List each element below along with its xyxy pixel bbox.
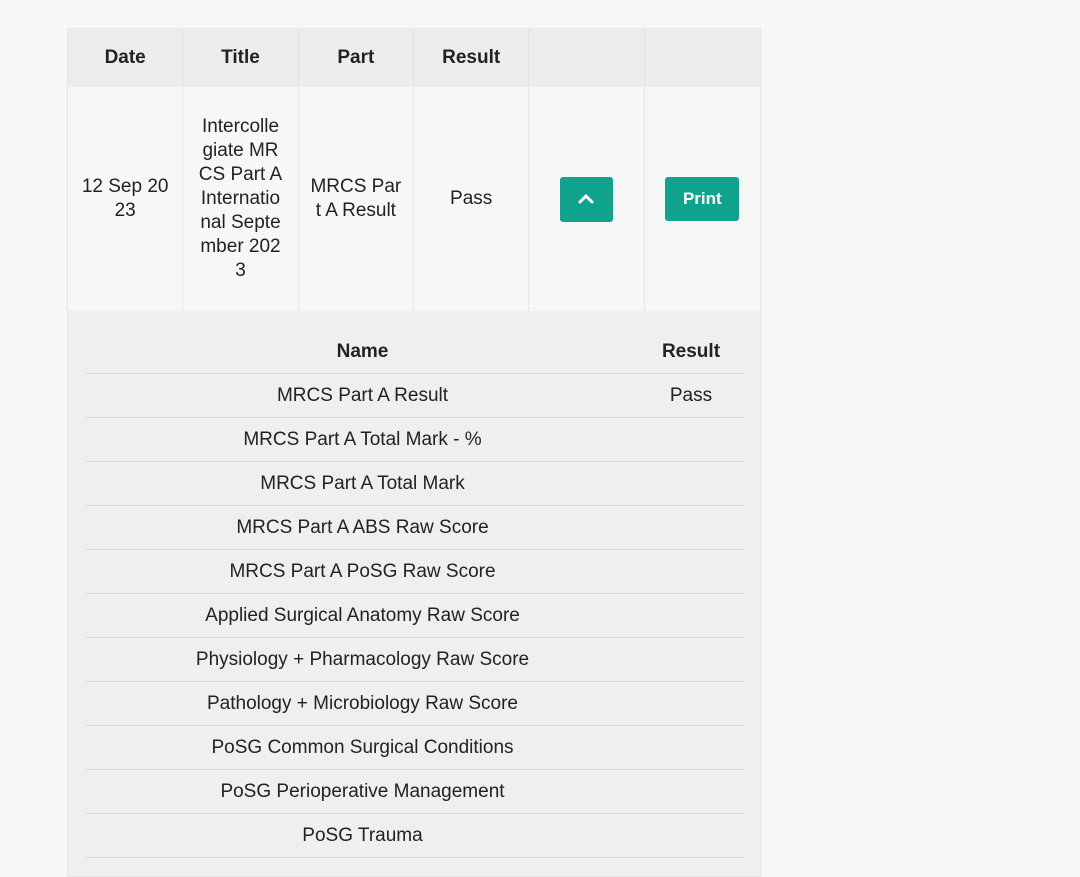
detail-row: MRCS Part A ABS Raw Score (86, 506, 743, 550)
detail-rows: MRCS Part A Result Pass MRCS Part A Total … (86, 374, 743, 858)
toggle-cell (529, 87, 645, 311)
header-toggle (529, 29, 645, 87)
detail-header-row: Name Result (86, 331, 743, 374)
detail-row: PoSG Common Surgical Conditions (86, 726, 743, 770)
detail-row-name: MRCS Part A ABS Raw Score (236, 516, 489, 538)
detail-row-name: Pathology + Microbiology Raw Score (206, 692, 518, 714)
detail-row: Applied Surgical Anatomy Raw Score (86, 594, 743, 638)
detail-row-name: PoSG Perioperative Management (220, 780, 505, 802)
detail-row: MRCS Part A Total Mark (86, 462, 743, 506)
detail-row: MRCS Part A Result Pass (86, 374, 743, 418)
title-cell: Intercollegiate MRCS Part A Internationa… (183, 87, 299, 311)
detail-row-name: MRCS Part A Total Mark - % (243, 428, 482, 450)
result-detail-panel: Name Result MRCS Part A Result Pass MRCS P… (68, 311, 760, 876)
header-date: Date (68, 29, 184, 87)
table-header-row: Date Title Part Result (68, 29, 760, 87)
detail-row-name: MRCS Part A Result (276, 384, 449, 406)
print-cell: Print (645, 87, 760, 311)
header-print (645, 29, 760, 87)
detail-row: PoSG Perioperative Management (86, 770, 743, 814)
header-result: Result (414, 29, 530, 87)
detail-row: Physiology + Pharmacology Raw Score (86, 638, 743, 682)
print-button[interactable]: Print (665, 177, 740, 221)
detail-row-name: PoSG Common Surgical Conditions (211, 736, 514, 758)
detail-row-name: PoSG Trauma (302, 824, 423, 846)
collapse-button[interactable] (559, 176, 613, 222)
detail-header-name: Name (336, 341, 389, 362)
detail-row-name: Applied Surgical Anatomy Raw Score (205, 604, 520, 626)
header-title: Title (183, 29, 299, 87)
detail-row-name: Physiology + Pharmacology Raw Score (195, 648, 530, 670)
detail-row: Pathology + Microbiology Raw Score (86, 682, 743, 726)
detail-table: Name Result MRCS Part A Result Pass MRCS P… (86, 331, 743, 858)
result-cell: Pass (414, 87, 530, 311)
detail-row-name: MRCS Part A Total Mark (260, 472, 465, 494)
part-cell: MRCS Part A Result (299, 87, 414, 311)
detail-row: MRCS Part A PoSG Raw Score (86, 550, 743, 594)
detail-header-result: Result (661, 341, 721, 362)
detail-row: PoSG Trauma (86, 814, 743, 858)
chevron-up-icon (578, 194, 594, 204)
header-part: Part (299, 29, 414, 87)
table-row: 12 Sep 2023 Intercollegiate MRCS Part A … (68, 87, 760, 311)
detail-row: MRCS Part A Total Mark - % (86, 418, 743, 462)
results-table: Date Title Part Result 12 Sep 2023 Inter… (67, 28, 761, 877)
detail-row-name: MRCS Part A PoSG Raw Score (229, 560, 496, 582)
detail-row-result: Pass (669, 384, 713, 406)
date-cell: 12 Sep 2023 (68, 87, 184, 311)
